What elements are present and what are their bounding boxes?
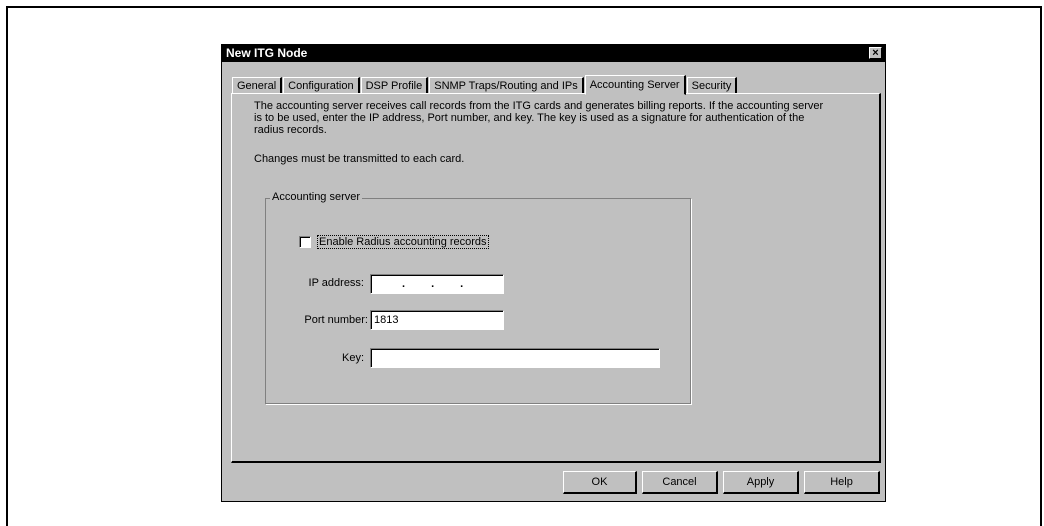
tab-dsp-profile[interactable]: DSP Profile <box>360 77 429 94</box>
ip-address-separators: ... <box>402 278 464 290</box>
cancel-button[interactable]: Cancel <box>642 471 718 494</box>
key-label: Key: <box>341 352 364 364</box>
tab-accounting-server[interactable]: Accounting Server <box>584 75 686 95</box>
enable-radius-checkbox[interactable] <box>299 236 311 248</box>
enable-radius-label[interactable]: Enable Radius accounting records <box>317 235 489 249</box>
ip-address-field[interactable]: ... <box>370 274 504 294</box>
close-icon: × <box>872 47 879 59</box>
port-number-label: Port number: <box>304 314 368 326</box>
dialog-title: New ITG Node <box>226 46 308 60</box>
new-itg-node-dialog: New ITG Node × General Configuration DSP… <box>221 44 886 502</box>
dialog-titlebar[interactable]: New ITG Node × <box>222 45 885 62</box>
description-text: The accounting server receives call reco… <box>254 100 824 136</box>
tab-security[interactable]: Security <box>686 77 738 94</box>
help-button[interactable]: Help <box>804 471 880 494</box>
tab-strip: General Configuration DSP Profile SNMP T… <box>232 73 738 95</box>
tab-general[interactable]: General <box>232 77 283 94</box>
key-field[interactable] <box>370 348 660 368</box>
accounting-server-groupbox <box>265 198 691 404</box>
ok-button[interactable]: OK <box>563 471 637 494</box>
apply-button[interactable]: Apply <box>723 471 799 494</box>
tab-snmp-traps-routing-ips[interactable]: SNMP Traps/Routing and IPs <box>429 77 584 94</box>
note-text: Changes must be transmitted to each card… <box>254 153 465 165</box>
tab-configuration[interactable]: Configuration <box>283 77 360 94</box>
ip-address-label: IP address: <box>308 277 364 289</box>
groupbox-label: Accounting server <box>270 191 363 203</box>
port-number-field[interactable]: 1813 <box>370 310 504 330</box>
close-button[interactable]: × <box>869 47 882 59</box>
